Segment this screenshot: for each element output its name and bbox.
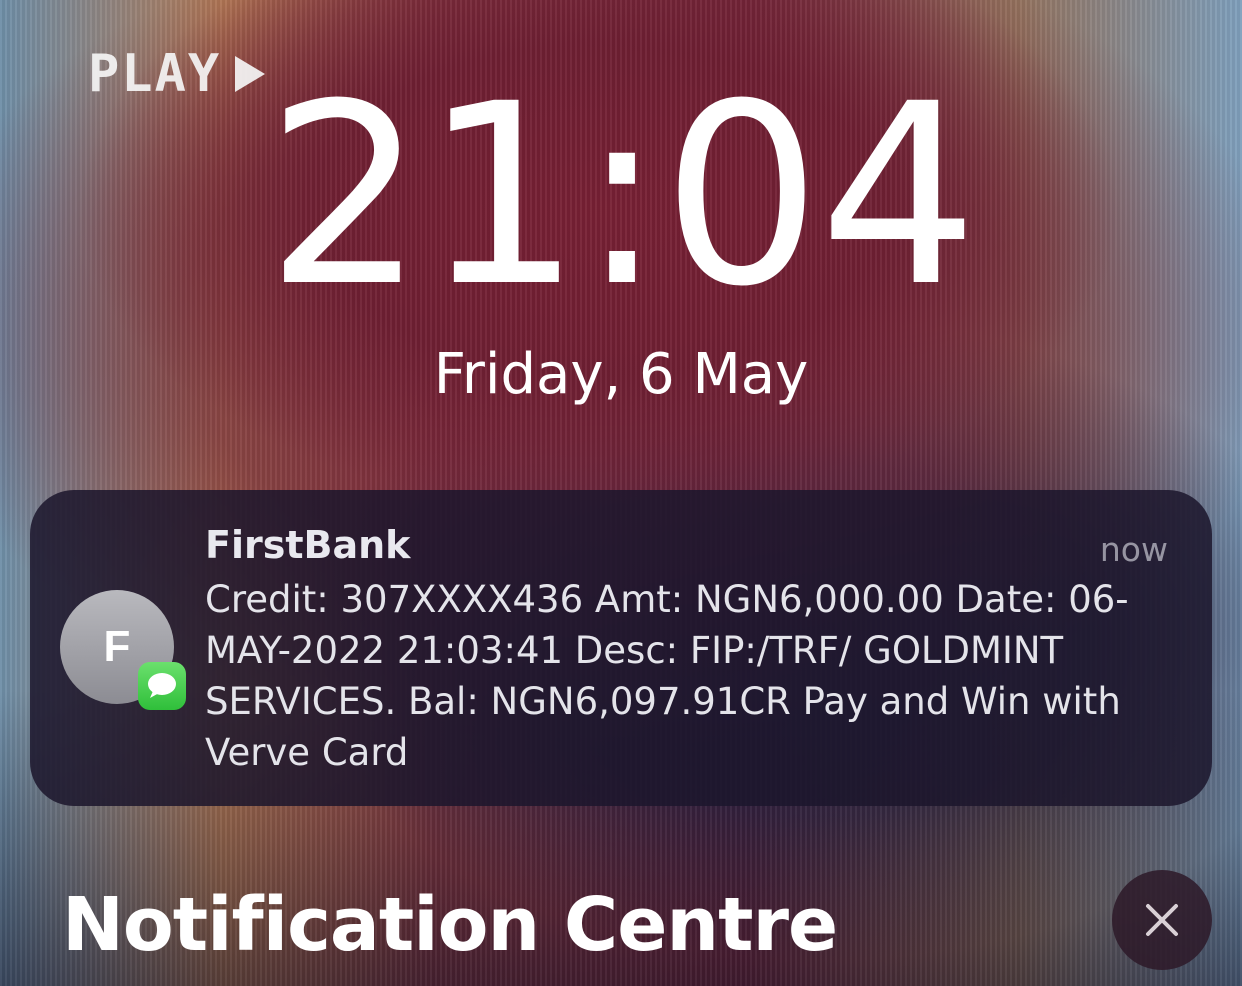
notification-centre-title: Notification Centre	[62, 882, 838, 968]
lock-screen-clock: 21:04	[265, 50, 978, 341]
notification-title: FirstBank	[205, 523, 411, 567]
lock-screen: PLAY 21:04 Friday, 6 May F FirstBank now…	[0, 0, 1242, 986]
messages-icon	[138, 662, 186, 710]
notification-card[interactable]: F FirstBank now Credit: 307XXXX436 Amt: …	[30, 490, 1212, 806]
notification-body: Credit: 307XXXX436 Amt: NGN6,000.00 Date…	[205, 578, 1129, 774]
lock-screen-date: Friday, 6 May	[433, 342, 809, 407]
sender-initial: F	[103, 622, 131, 671]
notification-time: now	[1099, 530, 1168, 569]
close-icon	[1146, 904, 1178, 936]
close-button[interactable]	[1112, 870, 1212, 970]
